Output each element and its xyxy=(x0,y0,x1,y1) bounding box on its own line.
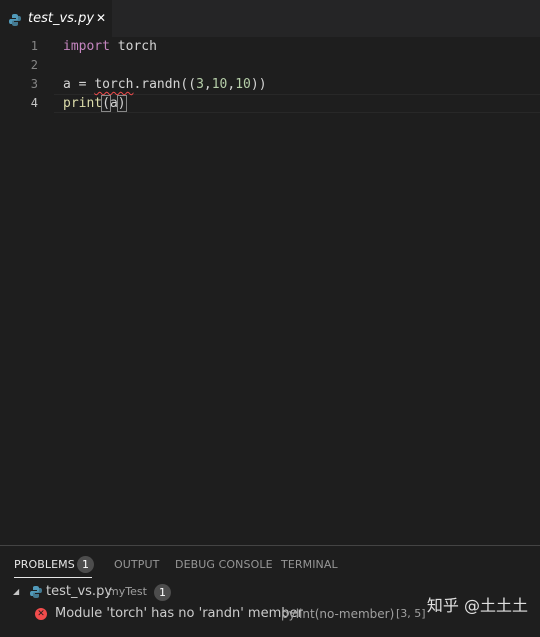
comma-token: , xyxy=(203,77,212,92)
identifier-token: torch xyxy=(109,39,157,54)
problem-file-name: test_vs.py xyxy=(46,584,113,599)
problem-source: pylint(no-member) xyxy=(281,607,395,621)
bottom-panel: PROBLEMS 1 OUTPUT DEBUG CONSOLE TERMINAL… xyxy=(0,545,540,637)
line-number: 1 xyxy=(30,39,38,53)
tab-terminal[interactable]: TERMINAL xyxy=(281,558,338,572)
bracket-match-close: ) xyxy=(116,95,127,112)
current-line-highlight xyxy=(54,94,540,113)
close-icon[interactable]: ✕ xyxy=(96,11,106,25)
keyword-token: import xyxy=(63,39,110,54)
tab-debug-console[interactable]: DEBUG CONSOLE xyxy=(175,558,273,572)
code-line-1[interactable]: import torch xyxy=(63,37,157,56)
number-token: 10 xyxy=(211,77,228,92)
line-number: 3 xyxy=(30,77,38,91)
python-file-icon xyxy=(29,585,43,599)
editor-tab-bar: test_vs.py ✕ xyxy=(0,0,540,37)
code-line-3[interactable]: a = torch.randn((3,10,10)) xyxy=(63,75,267,94)
code-editor[interactable]: 1 2 3 4 import torch a = torch.randn((3,… xyxy=(0,37,540,545)
problem-message: Module 'torch' has no 'randn' member xyxy=(55,606,303,621)
number-token: 10 xyxy=(235,77,251,92)
code-line-4[interactable]: print(a) xyxy=(63,94,127,113)
line-number: 2 xyxy=(30,58,38,72)
line-number-active: 4 xyxy=(30,96,38,110)
paren-token: )) xyxy=(250,77,267,92)
bracket-match-open: ( xyxy=(101,95,111,112)
function-token: print xyxy=(63,96,103,111)
problem-position: [3, 5] xyxy=(396,607,426,620)
problem-folder-name: myTest xyxy=(108,585,147,598)
chevron-down-icon[interactable]: ◢ xyxy=(13,581,19,603)
watermark-text: 知乎 @土土土 xyxy=(426,596,528,615)
panel-tab-bar: PROBLEMS 1 OUTPUT DEBUG CONSOLE TERMINAL xyxy=(0,546,540,582)
number-token: 3 xyxy=(196,77,204,92)
python-file-icon xyxy=(8,12,22,26)
paren-token: (( xyxy=(180,77,197,92)
problems-count-badge: 1 xyxy=(77,556,94,573)
error-squiggle-token[interactable]: torch xyxy=(94,77,133,92)
tab-label: test_vs.py xyxy=(28,11,95,26)
tab-problems[interactable]: PROBLEMS xyxy=(14,558,75,572)
tab-output[interactable]: OUTPUT xyxy=(114,558,159,572)
method-token: randn xyxy=(141,77,181,92)
assignment-token: a = xyxy=(63,77,95,92)
argument-token: a xyxy=(109,96,118,111)
active-tab-indicator xyxy=(14,577,92,578)
error-icon: ✕ xyxy=(35,608,47,620)
file-problem-count-badge: 1 xyxy=(154,584,171,601)
tab-test-vs-py[interactable]: test_vs.py ✕ xyxy=(0,0,112,37)
